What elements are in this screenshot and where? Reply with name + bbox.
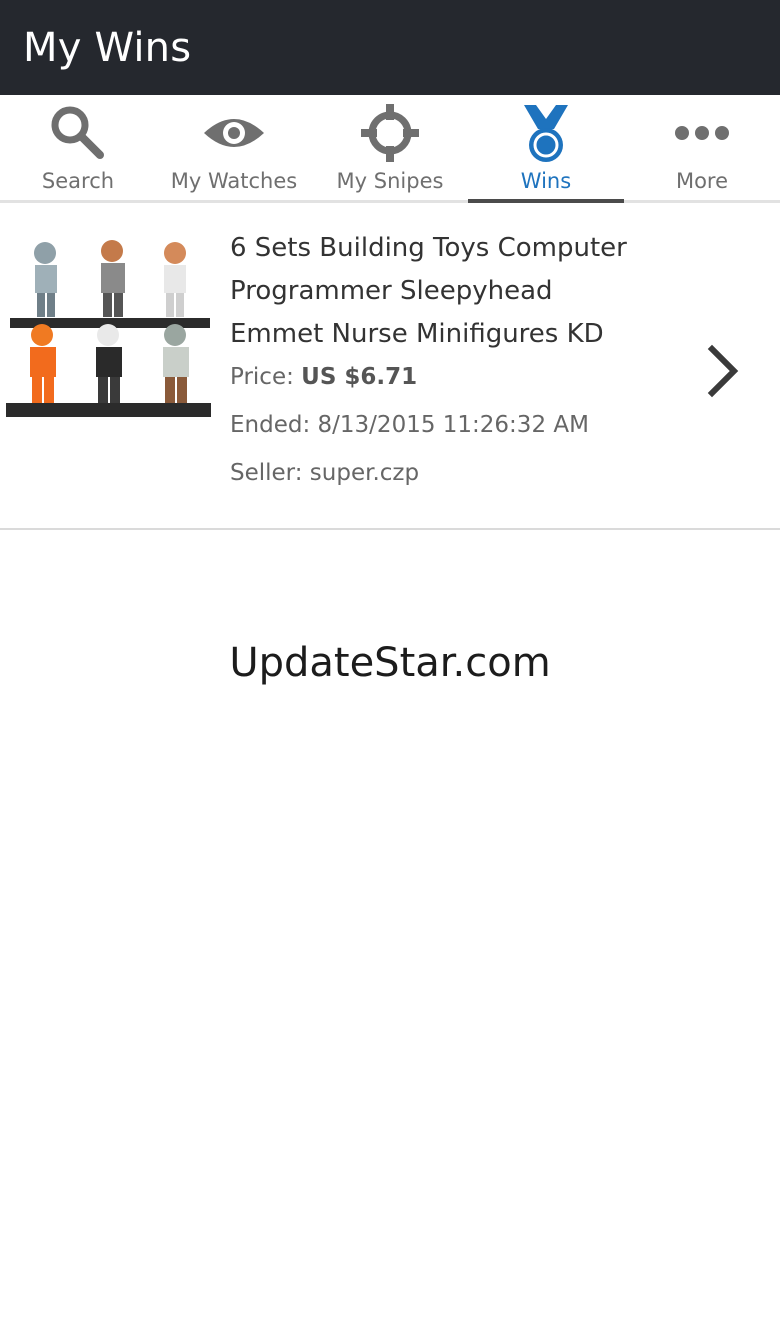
- tab-wins-label: Wins: [520, 169, 572, 193]
- page-title: My Wins: [23, 24, 192, 71]
- more-dots-icon: [674, 101, 730, 165]
- tab-search[interactable]: Search: [0, 95, 156, 200]
- item-title-line: Emmet Nurse Minifigures KD: [230, 319, 604, 349]
- tab-search-label: Search: [41, 169, 115, 193]
- watermark-text: UpdateStar.com: [229, 640, 551, 686]
- tab-my-watches[interactable]: My Watches: [156, 95, 312, 200]
- ended-value: 8/13/2015 11:26:32 AM: [317, 412, 589, 438]
- tab-my-snipes[interactable]: My Snipes: [312, 95, 468, 200]
- ended-label: Ended:: [230, 412, 311, 438]
- eye-icon: [202, 101, 266, 165]
- price-label: Price:: [230, 364, 294, 390]
- price-value: US $6.71: [301, 364, 418, 390]
- price-row: Price: US $6.71: [230, 358, 670, 396]
- item-title: 6 Sets Building Toys Computer Programmer…: [230, 227, 670, 356]
- app-root: My Wins Search My Watches My Snipes Wins…: [0, 0, 780, 1333]
- tab-bar: Search My Watches My Snipes Wins More: [0, 95, 780, 203]
- tab-wins[interactable]: Wins: [468, 95, 624, 203]
- win-list-item[interactable]: 6 Sets Building Toys Computer Programmer…: [0, 203, 780, 530]
- seller-value: super.czp: [309, 460, 420, 486]
- tab-more[interactable]: More: [624, 95, 780, 200]
- item-thumbnail: [0, 223, 218, 433]
- search-icon: [48, 101, 108, 165]
- item-details: 6 Sets Building Toys Computer Programmer…: [230, 227, 670, 492]
- chevron-right-icon[interactable]: [700, 343, 744, 399]
- seller-row: Seller: super.czp: [230, 454, 670, 492]
- tab-my-watches-label: My Watches: [170, 169, 298, 193]
- tab-more-label: More: [675, 169, 729, 193]
- seller-label: Seller:: [230, 460, 303, 486]
- item-title-line: Programmer Sleepyhead: [230, 276, 553, 306]
- ended-row: Ended: 8/13/2015 11:26:32 AM: [230, 406, 670, 444]
- crosshair-icon: [359, 101, 421, 165]
- item-title-line: 6 Sets Building Toys Computer: [230, 233, 627, 263]
- medal-icon: [520, 101, 572, 165]
- tab-my-snipes-label: My Snipes: [336, 169, 444, 193]
- app-bar: My Wins: [0, 0, 780, 95]
